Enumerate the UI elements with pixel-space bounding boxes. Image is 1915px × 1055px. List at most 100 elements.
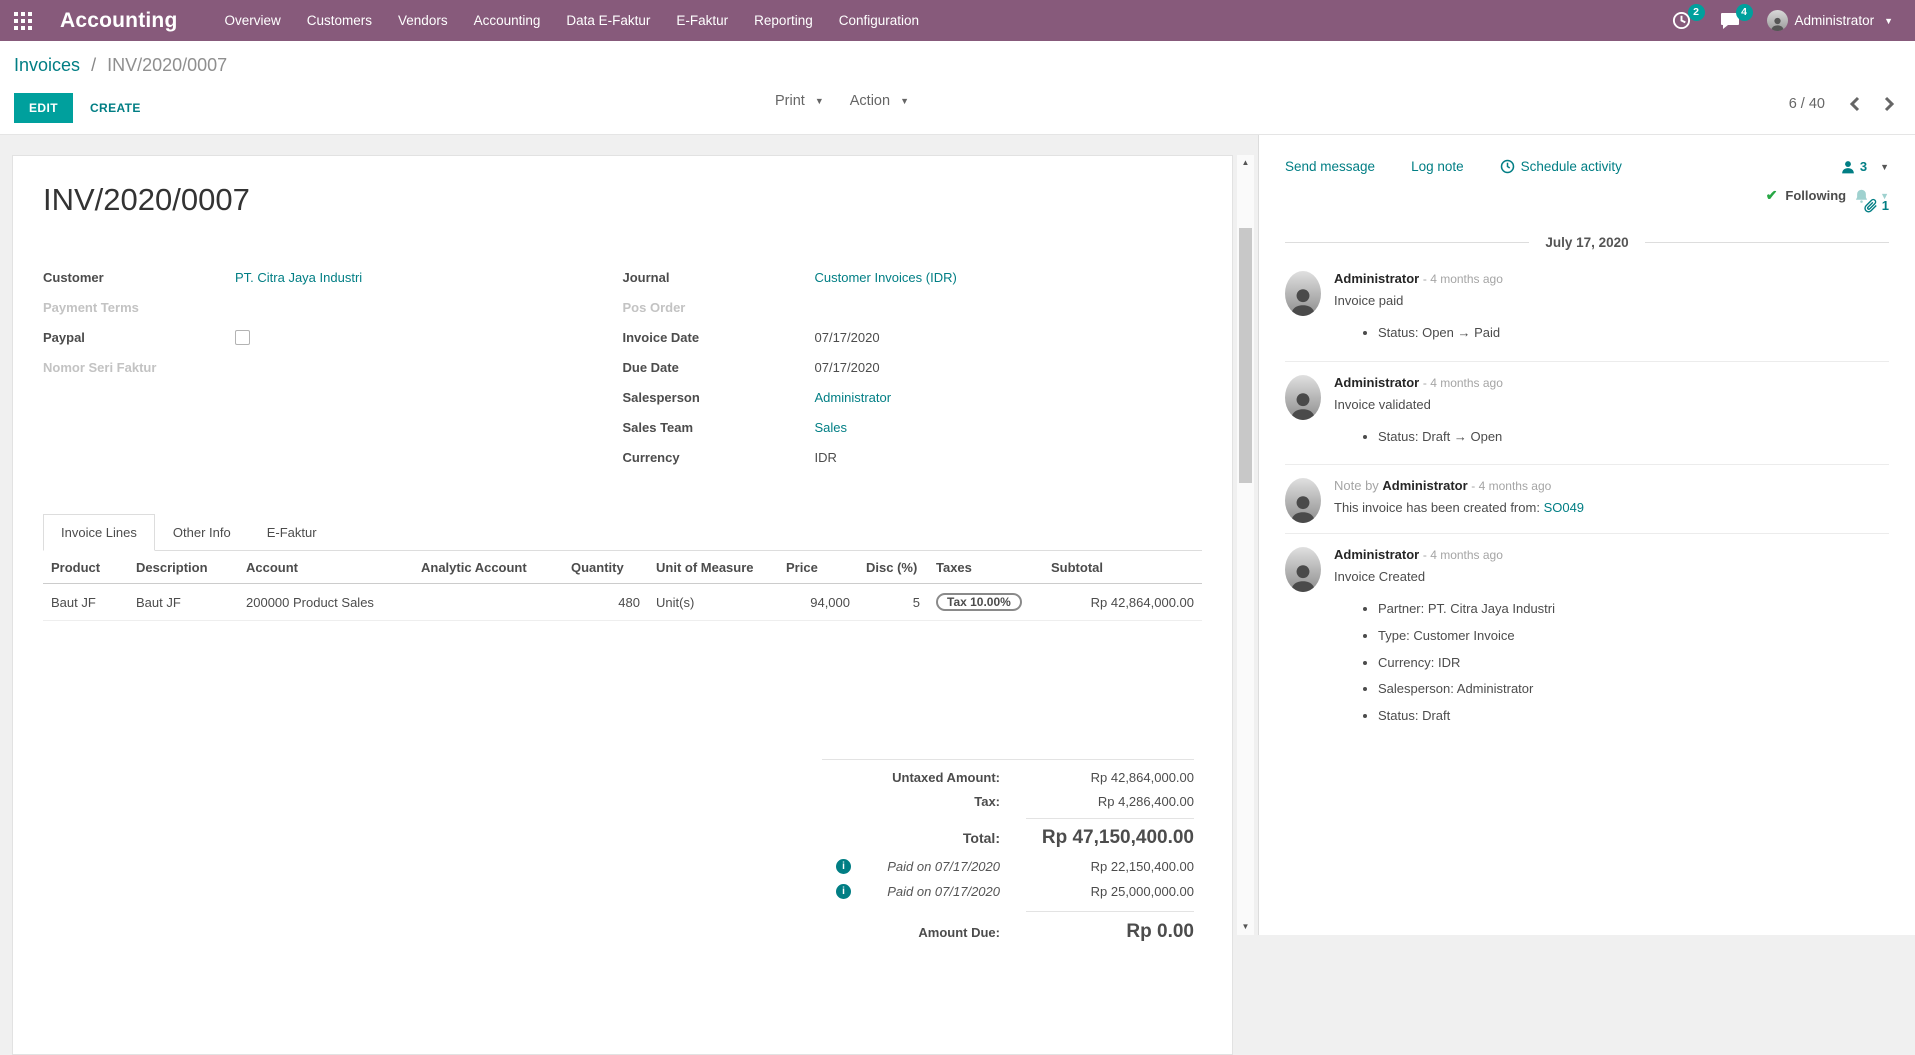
tracking-value: Status: Open → Paid	[1378, 320, 1889, 347]
user-menu[interactable]: Administrator ▼	[1767, 10, 1893, 31]
chatter-message: Administrator - 4 months ago Invoice pai…	[1285, 258, 1889, 362]
following-button[interactable]: Following	[1785, 188, 1846, 203]
menu-accounting[interactable]: Accounting	[461, 0, 554, 41]
pager-value: 6 / 40	[1789, 96, 1825, 112]
edit-button[interactable]: EDIT	[14, 93, 73, 123]
field-nomor-seri-faktur: Nomor Seri Faktur	[43, 358, 623, 388]
col-disc[interactable]: Disc (%)	[858, 551, 928, 584]
cell-account: 200000 Product Sales	[238, 584, 413, 621]
payment-value: Rp 22,150,400.00	[1026, 859, 1194, 874]
message-author[interactable]: Administrator	[1382, 478, 1467, 493]
pager-previous-button[interactable]	[1849, 96, 1860, 112]
currency-value: IDR	[815, 448, 1203, 465]
person-icon	[1770, 16, 1785, 31]
breadcrumb: Invoices / INV/2020/0007	[14, 55, 227, 76]
apps-menu-icon[interactable]	[0, 0, 46, 41]
chevron-down-icon: ▼	[815, 96, 824, 106]
message-count-badge: 4	[1736, 4, 1753, 21]
main-menu: Overview Customers Vendors Accounting Da…	[212, 0, 933, 41]
col-description[interactable]: Description	[128, 551, 238, 584]
avatar	[1285, 478, 1321, 523]
field-pos-order: Pos Order	[623, 298, 1203, 328]
message-author[interactable]: Administrator	[1334, 271, 1419, 286]
menu-vendors[interactable]: Vendors	[385, 0, 461, 41]
payment-info-icon[interactable]: i	[836, 884, 851, 899]
col-unit-of-measure[interactable]: Unit of Measure	[648, 551, 778, 584]
salesperson-link[interactable]: Administrator	[815, 390, 892, 405]
menu-customers[interactable]: Customers	[294, 0, 385, 41]
message-body: Invoice paid	[1334, 293, 1889, 308]
paypal-label: Paypal	[43, 328, 235, 345]
field-customer: Customer PT. Citra Jaya Industri	[43, 268, 623, 298]
user-avatar	[1767, 10, 1788, 31]
create-button[interactable]: CREATE	[77, 93, 154, 123]
col-product[interactable]: Product	[43, 551, 128, 584]
breadcrumb-invoices[interactable]: Invoices	[14, 55, 80, 75]
sale-order-link[interactable]: SO049	[1544, 500, 1584, 515]
menu-reporting[interactable]: Reporting	[741, 0, 826, 41]
payment-info-icon[interactable]: i	[836, 859, 851, 874]
col-price[interactable]: Price	[778, 551, 858, 584]
field-invoice-date: Invoice Date 07/17/2020	[623, 328, 1203, 358]
form-scrollbar[interactable]: ▲ ▼	[1237, 155, 1254, 935]
chatter-actions: Send message Log note Schedule activity …	[1285, 159, 1889, 174]
amount-due-row: Amount Due: Rp 0.00	[822, 911, 1194, 943]
cell-taxes: Tax 10.00%	[928, 584, 1043, 621]
payment-row: i Paid on 07/17/2020 Rp 22,150,400.00	[822, 859, 1194, 874]
menu-efaktur[interactable]: E-Faktur	[663, 0, 741, 41]
message-author[interactable]: Administrator	[1334, 547, 1419, 562]
schedule-activity-button[interactable]: Schedule activity	[1500, 159, 1622, 174]
log-note-button[interactable]: Log note	[1411, 159, 1464, 174]
avatar	[1285, 375, 1321, 420]
total-value: Rp 47,150,400.00	[1026, 818, 1194, 849]
activities-button[interactable]: 2	[1671, 10, 1693, 32]
chevron-down-icon: ▼	[1884, 16, 1893, 26]
col-subtotal[interactable]: Subtotal	[1043, 551, 1202, 584]
menu-data-efaktur[interactable]: Data E-Faktur	[553, 0, 663, 41]
invoice-fields: Customer PT. Citra Jaya Industri Payment…	[43, 268, 1202, 478]
col-account[interactable]: Account	[238, 551, 413, 584]
tab-invoice-lines[interactable]: Invoice Lines	[43, 514, 155, 551]
schedule-activity-label: Schedule activity	[1521, 159, 1622, 174]
chevron-right-icon	[1884, 96, 1895, 112]
scrollbar-thumb[interactable]	[1239, 228, 1252, 483]
tab-e-faktur[interactable]: E-Faktur	[249, 514, 335, 551]
followers-button[interactable]: 3 ▼	[1841, 159, 1889, 174]
col-taxes[interactable]: Taxes	[928, 551, 1043, 584]
scroll-up-icon[interactable]: ▲	[1237, 155, 1254, 171]
invoice-form-sheet: INV/2020/0007 Customer PT. Citra Jaya In…	[12, 155, 1233, 1055]
messages-button[interactable]: 4	[1719, 10, 1741, 32]
menu-configuration[interactable]: Configuration	[826, 0, 932, 41]
scroll-down-icon[interactable]: ▼	[1237, 919, 1254, 935]
customer-link[interactable]: PT. Citra Jaya Industri	[235, 270, 362, 285]
person-icon	[1290, 493, 1316, 523]
note-prefix: Note by	[1334, 478, 1382, 493]
payment-terms-label: Payment Terms	[43, 298, 235, 315]
tab-other-info[interactable]: Other Info	[155, 514, 249, 551]
sales-team-link[interactable]: Sales	[815, 420, 848, 435]
table-row[interactable]: Baut JF Baut JF 200000 Product Sales 480…	[43, 584, 1202, 621]
message-body: This invoice has been created from:	[1334, 500, 1544, 515]
cell-disc: 5	[858, 584, 928, 621]
tax-label: Tax:	[822, 794, 1026, 809]
journal-link[interactable]: Customer Invoices (IDR)	[815, 270, 957, 285]
message-author[interactable]: Administrator	[1334, 375, 1419, 390]
col-quantity[interactable]: Quantity	[563, 551, 648, 584]
field-sales-team: Sales Team Sales	[623, 418, 1203, 448]
action-dropdown[interactable]: Action ▼	[850, 93, 909, 109]
pager-next-button[interactable]	[1884, 96, 1895, 112]
payment-row: i Paid on 07/17/2020 Rp 25,000,000.00	[822, 884, 1194, 899]
menu-overview[interactable]: Overview	[212, 0, 294, 41]
attachment-count: 1	[1882, 198, 1889, 213]
print-dropdown[interactable]: Print ▼	[775, 93, 824, 109]
content-area: INV/2020/0007 Customer PT. Citra Jaya In…	[0, 135, 1915, 935]
tracking-value: Status: Draft	[1378, 703, 1889, 730]
app-title[interactable]: Accounting	[60, 9, 178, 33]
avatar	[1285, 271, 1321, 316]
paypal-checkbox[interactable]	[235, 330, 250, 345]
field-salesperson: Salesperson Administrator	[623, 388, 1203, 418]
payment-label: Paid on 07/17/2020	[851, 884, 1026, 899]
message-time: - 4 months ago	[1423, 272, 1503, 286]
col-analytic-account[interactable]: Analytic Account	[413, 551, 563, 584]
send-message-button[interactable]: Send message	[1285, 159, 1375, 174]
